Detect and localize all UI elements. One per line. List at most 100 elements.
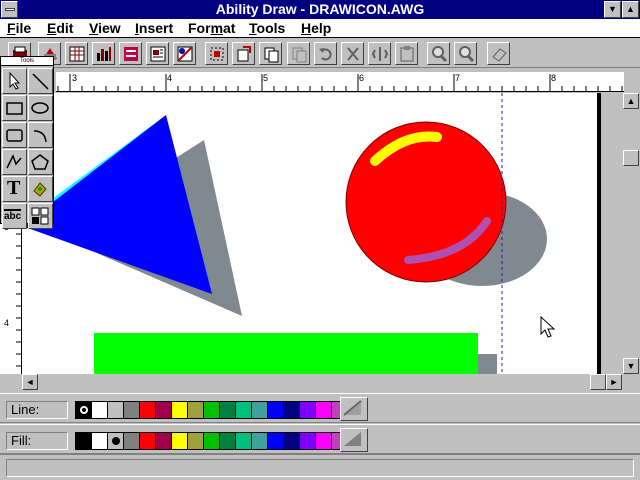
menu-format[interactable]: Format	[188, 20, 235, 36]
line-tool[interactable]	[28, 68, 53, 94]
rounded-rect-tool[interactable]	[2, 122, 27, 148]
line-swatch-12[interactable]	[268, 402, 284, 418]
line-swatch-10[interactable]	[236, 402, 252, 418]
maximize-button[interactable]: ▲	[622, 1, 639, 18]
fill-swatch-7[interactable]	[188, 433, 204, 449]
eraser-button[interactable]	[487, 42, 510, 65]
chart-button[interactable]	[92, 42, 115, 65]
status-bar	[0, 454, 640, 480]
arrow-select-icon	[9, 71, 21, 90]
copy-button[interactable]	[287, 42, 310, 65]
tools-palette[interactable]: Tools T abc	[0, 56, 54, 229]
page-edge-right	[597, 93, 601, 374]
zoom-in-icon	[432, 46, 448, 63]
line-swatch-4[interactable]	[140, 402, 156, 418]
rectangle-icon	[6, 102, 23, 115]
fill-swatch-12[interactable]	[268, 433, 284, 449]
fill-swatch-1[interactable]	[92, 433, 108, 449]
vertical-scrollbar[interactable]: ▲ ▼	[622, 93, 640, 374]
text-box-icon: abc	[4, 209, 22, 222]
graphics-button[interactable]	[173, 42, 196, 65]
cut-icon	[347, 47, 359, 61]
line-swatch-14[interactable]	[300, 402, 316, 418]
image-tool[interactable]	[28, 176, 53, 202]
page-button[interactable]	[146, 42, 169, 65]
fill-swatch-2[interactable]	[108, 433, 124, 449]
fill-swatch-15[interactable]	[316, 433, 332, 449]
line-style-icon	[343, 400, 362, 416]
fill-style-button[interactable]	[340, 428, 368, 452]
fill-label: Fill:	[6, 432, 68, 450]
database-button[interactable]	[119, 42, 142, 65]
freehand-tool[interactable]	[2, 149, 27, 175]
line-style-button[interactable]	[340, 397, 368, 421]
menu-view[interactable]: View	[89, 20, 121, 36]
copy-format-button[interactable]	[259, 42, 282, 65]
scroll-left-button[interactable]: ◄	[22, 374, 38, 390]
line-swatch-15[interactable]	[316, 402, 332, 418]
text-tool[interactable]: T	[2, 176, 27, 202]
scroll-down-button[interactable]: ▼	[623, 358, 639, 374]
menu-tools[interactable]: Tools	[249, 20, 285, 36]
line-swatch-13[interactable]	[284, 402, 300, 418]
line-swatch-2[interactable]	[108, 402, 124, 418]
horizontal-scrollbar[interactable]: ◄ ►	[22, 374, 622, 390]
polygon-tool[interactable]	[28, 149, 53, 175]
line-color-bar: Line:	[0, 393, 640, 423]
line-icon	[32, 73, 49, 90]
menu-insert[interactable]: Insert	[135, 20, 173, 36]
cut-button[interactable]	[341, 42, 364, 65]
zoom-out-button[interactable]	[454, 42, 477, 65]
line-swatch-1[interactable]	[92, 402, 108, 418]
fill-swatch-5[interactable]	[156, 433, 172, 449]
fill-swatch-3[interactable]	[124, 433, 140, 449]
ellipse-tool[interactable]	[28, 95, 53, 121]
line-swatch-3[interactable]	[124, 402, 140, 418]
fill-swatch-4[interactable]	[140, 433, 156, 449]
scroll-thumb[interactable]	[623, 150, 639, 166]
copy-icon	[292, 47, 307, 63]
fill-swatch-14[interactable]	[300, 433, 316, 449]
select-region-icon	[210, 47, 224, 61]
paste-special-button[interactable]	[232, 42, 255, 65]
fill-swatch-6[interactable]	[172, 433, 188, 449]
ruler-label-8: 8	[551, 73, 557, 83]
text-box-tool[interactable]: abc	[2, 203, 27, 229]
scroll-up-button[interactable]: ▲	[623, 93, 639, 109]
paste-button[interactable]	[395, 42, 418, 65]
undo-button[interactable]	[314, 42, 337, 65]
fill-swatch-10[interactable]	[236, 433, 252, 449]
line-swatch-5[interactable]	[156, 402, 172, 418]
zoom-in-button[interactable]	[427, 42, 450, 65]
line-swatch-0[interactable]	[76, 402, 92, 418]
rounded-rect-icon	[6, 129, 23, 142]
title-bar: Ability Draw - DRAWICON.AWG ▼ ▲	[0, 0, 640, 19]
green-rectangle[interactable]	[94, 333, 478, 374]
select-region-button[interactable]	[205, 42, 228, 65]
fill-swatch-0[interactable]	[76, 433, 92, 449]
scroll-right-button[interactable]: ►	[606, 374, 622, 390]
rectangle-tool[interactable]	[2, 95, 27, 121]
fill-swatch-11[interactable]	[252, 433, 268, 449]
line-swatch-6[interactable]	[172, 402, 188, 418]
line-swatch-9[interactable]	[220, 402, 236, 418]
align-button[interactable]	[368, 42, 391, 65]
object-tool[interactable]	[28, 203, 53, 229]
scroll-hthumb[interactable]	[590, 374, 606, 390]
fill-swatch-9[interactable]	[220, 433, 236, 449]
undo-icon	[319, 48, 332, 61]
menu-help[interactable]: Help	[301, 20, 331, 36]
line-label: Line:	[6, 401, 68, 419]
fill-swatch-13[interactable]	[284, 433, 300, 449]
spreadsheet-button[interactable]	[65, 42, 88, 65]
line-swatch-7[interactable]	[188, 402, 204, 418]
line-swatch-11[interactable]	[252, 402, 268, 418]
minimize-button[interactable]: ▼	[604, 1, 621, 18]
menu-file[interactable]: File	[7, 20, 31, 36]
arrow-select-tool[interactable]	[2, 68, 27, 94]
fill-swatch-8[interactable]	[204, 433, 220, 449]
arc-tool[interactable]	[28, 122, 53, 148]
drawing-canvas[interactable]	[22, 93, 598, 374]
line-swatch-8[interactable]	[204, 402, 220, 418]
menu-edit[interactable]: Edit	[47, 20, 73, 36]
